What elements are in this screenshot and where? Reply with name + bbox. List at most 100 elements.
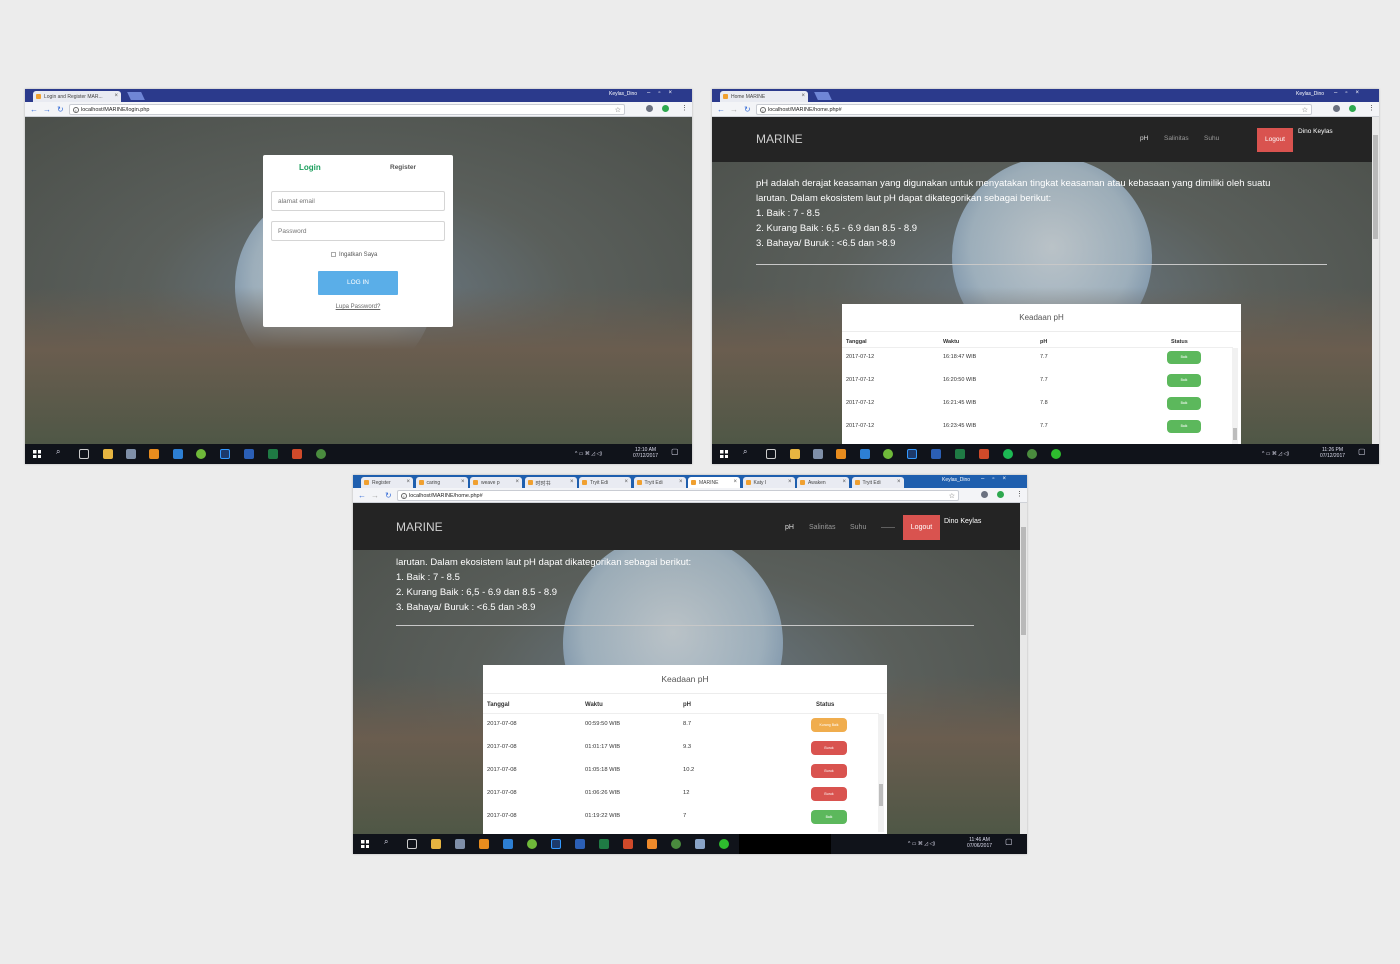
app-icon[interactable] [196, 449, 206, 459]
scrollbar-thumb[interactable] [1373, 135, 1378, 239]
profile-name[interactable]: Keylas_Dino [609, 91, 637, 97]
back-icon[interactable]: ← [358, 491, 366, 500]
close-tab-icon[interactable]: × [679, 479, 683, 485]
nav-salinitas[interactable]: Salinitas [809, 524, 835, 531]
nav-ph[interactable]: pH [785, 524, 794, 531]
close-tab-icon[interactable]: × [515, 479, 519, 485]
tab-register[interactable]: Register [390, 164, 416, 171]
notifications-icon[interactable]: ▢ [1005, 838, 1013, 846]
close-tab-icon[interactable]: × [570, 479, 574, 485]
browser-tab[interactable]: Login and Register MAR... × [33, 91, 121, 102]
browser-tab[interactable]: Home MARINE × [720, 91, 808, 102]
clock[interactable]: 11:46 AM 07/06/2017 [967, 837, 992, 849]
extension-icon[interactable] [662, 105, 669, 112]
line-icon[interactable] [719, 839, 729, 849]
info-icon[interactable]: i [401, 493, 407, 499]
remember-me-checkbox[interactable]: Ingatkan Saya [331, 252, 377, 258]
info-icon[interactable]: i [760, 107, 766, 113]
bookmark-star-icon[interactable]: ☆ [949, 492, 955, 500]
close-tab-icon[interactable]: × [733, 479, 737, 485]
reload-icon[interactable]: ↻ [385, 491, 392, 500]
nav-extra[interactable]: —— [881, 524, 895, 531]
nav-suhu[interactable]: Suhu [850, 524, 866, 531]
photoshop-icon[interactable] [551, 839, 561, 849]
brand-logo[interactable]: MARINE [756, 132, 803, 146]
scrollbar-thumb[interactable] [1021, 527, 1026, 635]
menu-icon[interactable]: ⋮ [1016, 490, 1023, 498]
virtualbox-icon[interactable] [173, 449, 183, 459]
browser-tab[interactable]: Tryit Edi × [851, 477, 904, 488]
search-icon[interactable]: ⌕ [743, 448, 747, 456]
app-icon[interactable] [883, 449, 893, 459]
tray-icons[interactable]: ^ ▭ ⌘ ◿ ◁) [575, 451, 602, 457]
login-button[interactable]: LOG IN [318, 271, 398, 295]
table-scrollbar[interactable] [878, 714, 884, 832]
line-icon[interactable] [1051, 449, 1061, 459]
task-view-icon[interactable] [79, 449, 89, 459]
forgot-password-link[interactable]: Lupa Password? [263, 304, 453, 310]
url-bar[interactable]: i localhost/MARINE/home.php# ☆ [397, 490, 959, 501]
chrome-icon[interactable] [316, 449, 326, 459]
start-icon[interactable] [361, 840, 369, 848]
task-view-icon[interactable] [407, 839, 417, 849]
notifications-icon[interactable]: ▢ [671, 448, 679, 456]
bookmark-star-icon[interactable]: ☆ [1302, 106, 1308, 114]
menu-icon[interactable]: ⋮ [1368, 104, 1375, 112]
browser-tab[interactable]: Tryit Edi × [633, 477, 686, 488]
xampp-icon[interactable] [836, 449, 846, 459]
close-tab-icon[interactable]: × [842, 479, 846, 485]
table-scrollbar[interactable] [1232, 348, 1238, 444]
window-controls[interactable]: –▫× [647, 90, 680, 96]
start-icon[interactable] [720, 450, 728, 458]
window-controls[interactable]: –▫× [1334, 90, 1367, 96]
url-bar[interactable]: i localhost/MARINE/login.php ☆ [69, 104, 625, 115]
scrollbar-thumb[interactable] [1233, 428, 1237, 440]
forward-icon[interactable]: → [371, 491, 379, 500]
browser-tab[interactable]: Tryit Edi × [579, 477, 631, 488]
start-icon[interactable] [33, 450, 41, 458]
search-icon[interactable]: ⌕ [56, 448, 60, 456]
powerpoint-icon[interactable] [292, 449, 302, 459]
chrome-icon[interactable] [671, 839, 681, 849]
nav-salinitas[interactable]: Salinitas [1164, 135, 1189, 142]
close-tab-icon[interactable]: × [801, 93, 805, 99]
close-tab-icon[interactable]: × [461, 479, 465, 485]
page-scrollbar[interactable] [1020, 503, 1027, 834]
reload-icon[interactable]: ↻ [57, 105, 64, 114]
info-icon[interactable]: i [73, 107, 79, 113]
close-tab-icon[interactable]: × [114, 93, 118, 99]
xampp-icon[interactable] [149, 449, 159, 459]
virtualbox-icon[interactable] [503, 839, 513, 849]
scrollbar-thumb[interactable] [879, 784, 883, 806]
close-tab-icon[interactable]: × [897, 479, 901, 485]
close-tab-icon[interactable]: × [624, 479, 628, 485]
powerpoint-icon[interactable] [623, 839, 633, 849]
nav-suhu[interactable]: Suhu [1204, 135, 1219, 142]
forward-icon[interactable]: → [43, 105, 51, 114]
profile-name[interactable]: Keylas_Dino [1296, 91, 1324, 97]
close-tab-icon[interactable]: × [406, 479, 410, 485]
clock[interactable]: 11:26 PM 07/12/2017 [1320, 447, 1345, 459]
photoshop-icon[interactable] [907, 449, 917, 459]
logout-button[interactable]: Logout [1257, 128, 1293, 152]
powerpoint-icon[interactable] [979, 449, 989, 459]
browser-tab[interactable]: MARINE × [688, 477, 740, 488]
extension-icon[interactable] [997, 491, 1004, 498]
brand-logo[interactable]: MARINE [396, 520, 443, 534]
window-controls[interactable]: –▫× [981, 476, 1014, 482]
extension-icon[interactable] [1333, 105, 1340, 112]
checkbox-icon[interactable] [331, 252, 336, 257]
search-icon[interactable]: ⌕ [384, 838, 388, 846]
extension-icon[interactable] [981, 491, 988, 498]
page-scrollbar[interactable] [1372, 117, 1379, 444]
notifications-icon[interactable]: ▢ [1358, 448, 1366, 456]
email-field[interactable] [271, 191, 445, 211]
app-icon[interactable] [455, 839, 465, 849]
app-icon[interactable] [695, 839, 705, 849]
password-field[interactable] [271, 221, 445, 241]
word-icon[interactable] [575, 839, 585, 849]
browser-tab[interactable]: 时时书 × [524, 477, 577, 488]
close-tab-icon[interactable]: × [788, 479, 792, 485]
extension-icon[interactable] [646, 105, 653, 112]
forward-icon[interactable]: → [730, 105, 738, 114]
